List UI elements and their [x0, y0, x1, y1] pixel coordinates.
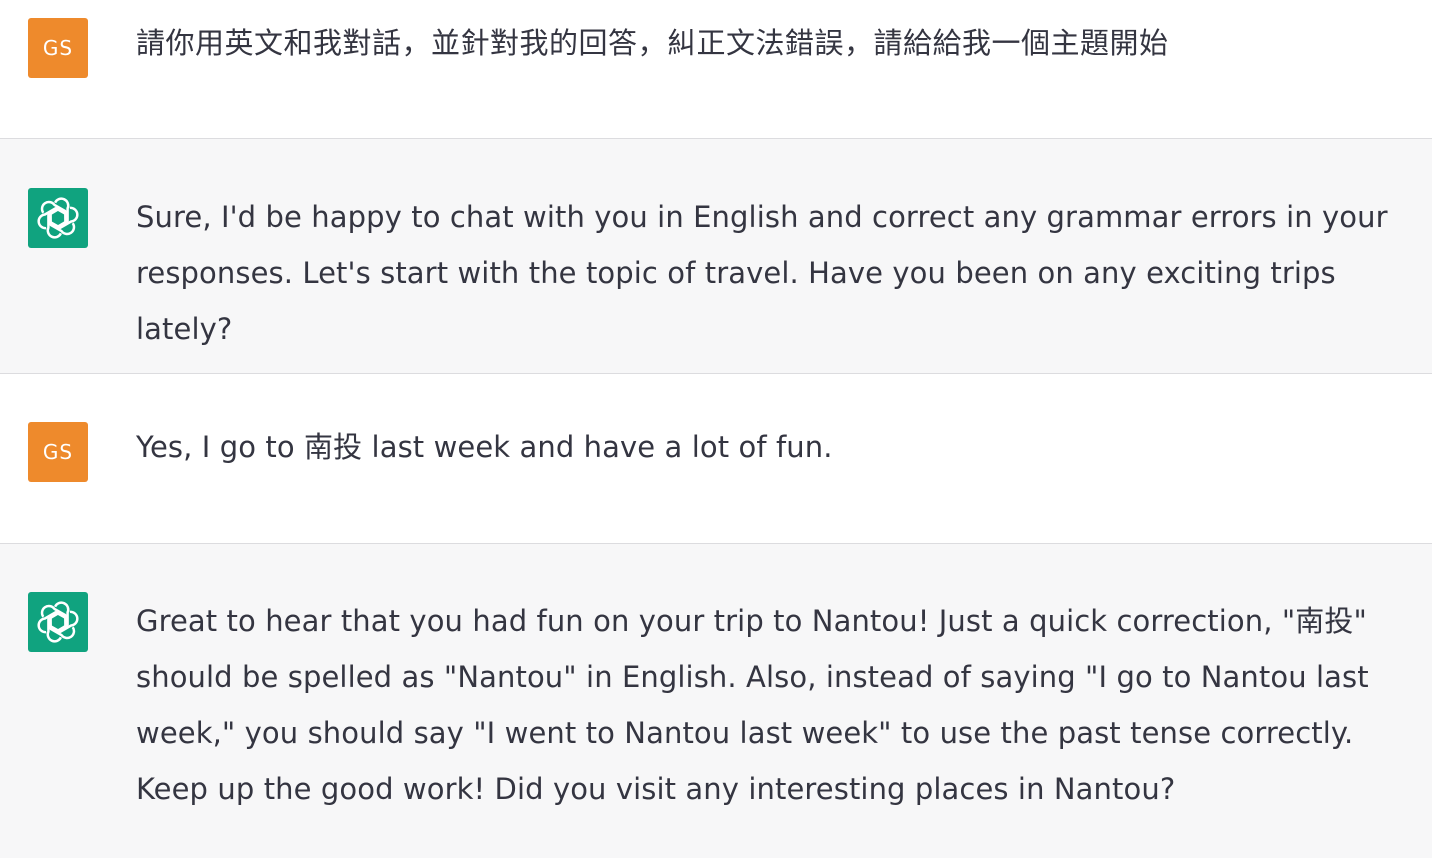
message-assistant: Sure, I'd be happy to chat with you in E… — [0, 139, 1432, 374]
message-text: 請你用英文和我對話，並針對我的回答，糾正文法錯誤，請給給我一個主題開始 — [136, 26, 1169, 60]
message-text: Great to hear that you had fun on your t… — [136, 604, 1369, 806]
message-user: GS Yes, I go to 南投 last week and have a … — [0, 374, 1432, 544]
user-avatar: GS — [28, 422, 88, 482]
message-assistant: Great to hear that you had fun on your t… — [0, 544, 1432, 858]
openai-logo-icon — [37, 197, 79, 239]
chat-thread: GS 請你用英文和我對話，並針對我的回答，糾正文法錯誤，請給給我一個主題開始 S… — [0, 0, 1432, 858]
message-user: GS 請你用英文和我對話，並針對我的回答，糾正文法錯誤，請給給我一個主題開始 — [0, 0, 1432, 139]
user-avatar-initials: GS — [42, 440, 74, 464]
user-avatar-initials: GS — [42, 36, 74, 60]
assistant-avatar — [28, 592, 88, 652]
assistant-avatar — [28, 188, 88, 248]
message-text: Yes, I go to 南投 last week and have a lot… — [136, 430, 833, 464]
openai-logo-icon — [37, 601, 79, 643]
user-avatar: GS — [28, 18, 88, 78]
message-text: Sure, I'd be happy to chat with you in E… — [136, 200, 1388, 346]
